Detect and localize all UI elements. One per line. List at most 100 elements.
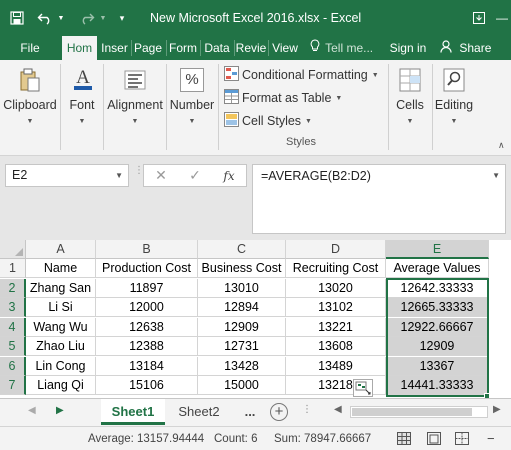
- scroll-left-icon[interactable]: ◀: [334, 404, 342, 415]
- quick-analysis-button[interactable]: [353, 379, 373, 397]
- insert-function-icon[interactable]: fx: [212, 169, 246, 183]
- row-header-6[interactable]: 6: [0, 356, 26, 376]
- alignment-group[interactable]: Alignment ▼: [104, 60, 166, 156]
- header-cell[interactable]: Name: [26, 259, 96, 278]
- enter-icon[interactable]: ✓: [178, 167, 212, 184]
- grid-cell[interactable]: Lin Cong: [26, 356, 96, 376]
- grid-cell[interactable]: 13010: [198, 278, 286, 298]
- grid-cell[interactable]: 13428: [198, 356, 286, 376]
- select-all-button[interactable]: [0, 240, 26, 259]
- grid-cell[interactable]: Wang Wu: [26, 317, 96, 337]
- page-layout-view-icon[interactable]: [427, 432, 441, 445]
- grid-cell[interactable]: 12731: [198, 337, 286, 356]
- number-group[interactable]: % Number ▼: [167, 60, 217, 156]
- grid-cell[interactable]: 12922.66667: [386, 317, 489, 337]
- tab-split-grip-icon[interactable]: ⋮: [302, 404, 312, 415]
- prev-sheet-icon[interactable]: ◀: [28, 405, 36, 416]
- horizontal-scrollbar[interactable]: ◀ ▶: [330, 403, 508, 421]
- row-header-2[interactable]: 2: [0, 278, 26, 298]
- normal-view-icon[interactable]: [397, 432, 411, 445]
- grid-cell[interactable]: 15000: [198, 376, 286, 395]
- scroll-thumb[interactable]: [352, 408, 472, 416]
- sheet-tab-sheet1[interactable]: Sheet1: [101, 399, 165, 425]
- grid-cell[interactable]: 12909: [198, 317, 286, 337]
- grid-cell[interactable]: 13608: [286, 337, 386, 356]
- grid-cell[interactable]: 12000: [96, 298, 198, 317]
- column-header-e[interactable]: E: [386, 240, 489, 259]
- conditional-formatting-button[interactable]: Conditional Formatting ▼: [224, 65, 379, 85]
- save-icon[interactable]: [6, 0, 28, 36]
- tab-insert[interactable]: Inser: [98, 36, 131, 60]
- column-header-b[interactable]: B: [96, 240, 198, 259]
- cell-styles-button[interactable]: Cell Styles ▼: [224, 111, 312, 131]
- row-header-4[interactable]: 4: [0, 317, 26, 337]
- cancel-icon[interactable]: ✕: [144, 167, 178, 184]
- grid-cell[interactable]: 12665.33333: [386, 298, 489, 317]
- header-cell[interactable]: Average Values: [386, 259, 489, 278]
- tab-view[interactable]: View: [269, 36, 301, 60]
- format-as-table-button[interactable]: Format as Table ▼: [224, 88, 342, 108]
- header-cell[interactable]: Recruiting Cost: [286, 259, 386, 278]
- grid-cell[interactable]: 12894: [198, 298, 286, 317]
- grid-cell[interactable]: Liang Qi: [26, 376, 96, 395]
- grid-cell[interactable]: Zhao Liu: [26, 337, 96, 356]
- tab-review[interactable]: Revie: [235, 36, 267, 60]
- grid-cell[interactable]: 13367: [386, 356, 489, 376]
- grid-cell[interactable]: 12909: [386, 337, 489, 356]
- tell-me-box[interactable]: Tell me...: [310, 36, 384, 60]
- formula-bar-grip-icon[interactable]: ⋮: [134, 164, 144, 187]
- row-header-5[interactable]: 5: [0, 337, 26, 356]
- row-header-7[interactable]: 7: [0, 376, 26, 395]
- tab-home[interactable]: Hom: [62, 36, 97, 60]
- add-sheet-icon[interactable]: +: [270, 403, 288, 421]
- grid-cell[interactable]: 13221: [286, 317, 386, 337]
- row-header-3[interactable]: 3: [0, 298, 26, 317]
- page-break-view-icon[interactable]: [455, 432, 469, 445]
- more-sheets-button[interactable]: ...: [236, 399, 264, 425]
- row-header-1[interactable]: 1: [0, 259, 26, 278]
- next-sheet-icon[interactable]: ▶: [56, 405, 64, 416]
- grid-cell[interactable]: 13184: [96, 356, 198, 376]
- grid-cell[interactable]: 12642.33333: [386, 278, 489, 298]
- grid-cell[interactable]: 13102: [286, 298, 386, 317]
- zoom-out-icon[interactable]: −: [487, 427, 495, 450]
- grid-cell[interactable]: 15106: [96, 376, 198, 395]
- sheet-tab-sheet2[interactable]: Sheet2: [168, 399, 230, 425]
- formula-input[interactable]: =AVERAGE(B2:D2) ▼: [252, 164, 506, 234]
- ribbon-display-icon[interactable]: [470, 0, 488, 36]
- grid-cell[interactable]: Li Si: [26, 298, 96, 317]
- grid-cell[interactable]: 11897: [96, 278, 198, 298]
- tab-file[interactable]: File: [8, 36, 52, 60]
- header-cell[interactable]: Production Cost: [96, 259, 198, 278]
- title-bar: ▼ ▼ ▾ New Microsoft Excel 2016.xlsx - Ex…: [0, 0, 511, 36]
- cells-group[interactable]: Cells ▼: [389, 60, 431, 156]
- customize-qat-icon[interactable]: ▾: [114, 0, 130, 36]
- grid-cell[interactable]: 13489: [286, 356, 386, 376]
- minimize-icon[interactable]: —: [494, 0, 510, 36]
- grid-cell[interactable]: 13020: [286, 278, 386, 298]
- tab-formulas[interactable]: Form: [167, 36, 199, 60]
- grid-cell[interactable]: 12638: [96, 317, 198, 337]
- chevron-down-icon[interactable]: ▼: [492, 171, 500, 180]
- share-button[interactable]: Share: [440, 36, 498, 60]
- grid-cell[interactable]: Zhang San: [26, 278, 96, 298]
- undo-dropdown-icon[interactable]: ▼: [56, 0, 66, 36]
- column-header-a[interactable]: A: [26, 240, 96, 259]
- tab-data[interactable]: Data: [201, 36, 233, 60]
- grid-cell[interactable]: 12388: [96, 337, 198, 356]
- undo-icon[interactable]: [34, 0, 56, 36]
- tab-page-layout[interactable]: Page: [132, 36, 164, 60]
- clipboard-group[interactable]: Clipboard ▼: [0, 60, 60, 156]
- editing-group[interactable]: Editing ▼: [433, 60, 475, 156]
- font-group[interactable]: A Font ▼: [61, 60, 103, 156]
- header-cell[interactable]: Business Cost: [198, 259, 286, 278]
- scroll-right-icon[interactable]: ▶: [493, 404, 501, 415]
- column-header-c[interactable]: C: [198, 240, 286, 259]
- name-box[interactable]: E2 ▼: [5, 164, 129, 187]
- column-header-d[interactable]: D: [286, 240, 386, 259]
- chevron-down-icon[interactable]: ▼: [115, 165, 123, 186]
- signin-link[interactable]: Sign in: [386, 36, 430, 60]
- collapse-ribbon-icon[interactable]: ∧: [498, 140, 505, 151]
- grid-cell[interactable]: 14441.33333: [386, 376, 489, 395]
- worksheet-grid[interactable]: A B C D E 1 2 3 4 5 6 7 Name Production Cost Business …: [0, 240, 511, 398]
